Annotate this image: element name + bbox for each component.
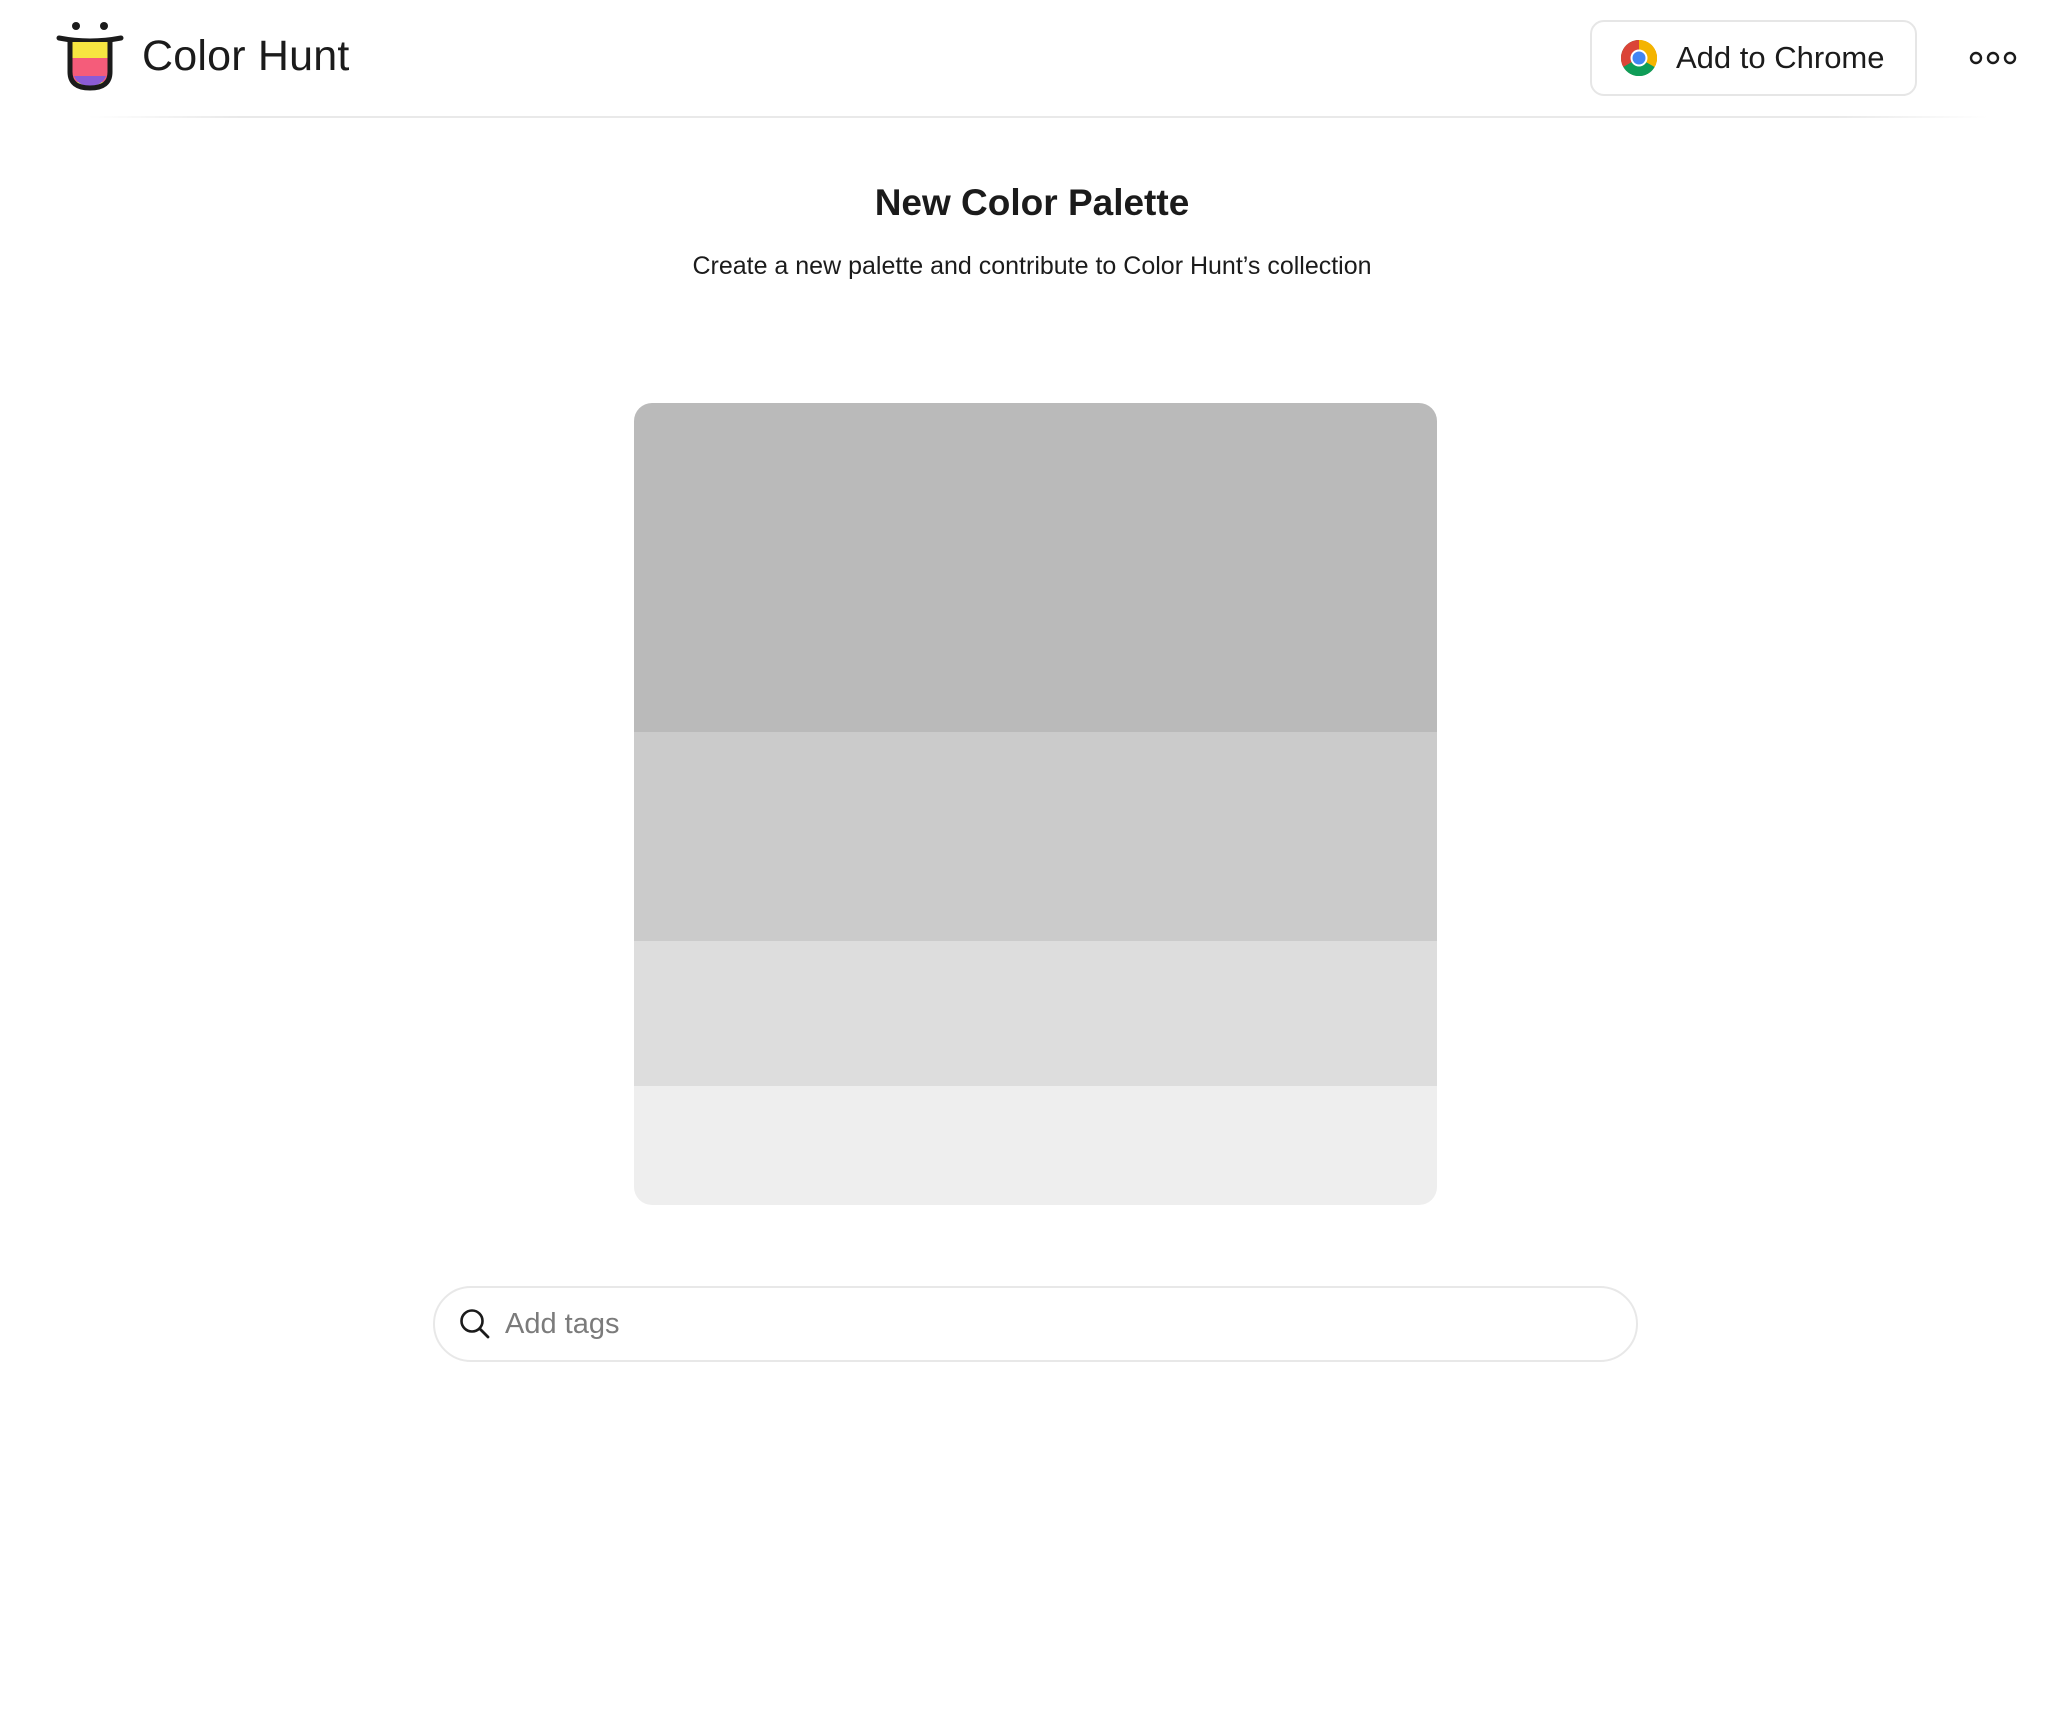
palette-swatch-1[interactable] — [634, 403, 1437, 732]
tags-search-box — [433, 1286, 1638, 1362]
palette-swatch-2[interactable] — [634, 732, 1437, 941]
color-hunt-logo-icon — [56, 22, 124, 91]
page-subtitle: Create a new palette and contribute to C… — [692, 252, 1372, 280]
palette-editor — [634, 403, 1437, 1205]
add-to-chrome-label: Add to Chrome — [1676, 40, 1885, 75]
search-icon — [460, 1309, 490, 1339]
palette-swatch-3[interactable] — [634, 941, 1437, 1086]
more-menu-button[interactable] — [1966, 38, 2020, 78]
logo-link[interactable]: Color Hunt — [56, 20, 350, 92]
page-title: New Color Palette — [874, 182, 1190, 223]
brand-name: Color Hunt — [142, 31, 350, 80]
palette-swatch-4[interactable] — [634, 1086, 1437, 1205]
add-tags-input[interactable] — [505, 1307, 1605, 1341]
add-to-chrome-button[interactable]: Add to Chrome — [1590, 20, 1917, 96]
more-icon — [1969, 51, 2017, 65]
header-divider — [88, 116, 1988, 118]
chrome-icon — [1620, 39, 1658, 77]
header: Color Hunt Add to Chrome — [0, 0, 2064, 118]
